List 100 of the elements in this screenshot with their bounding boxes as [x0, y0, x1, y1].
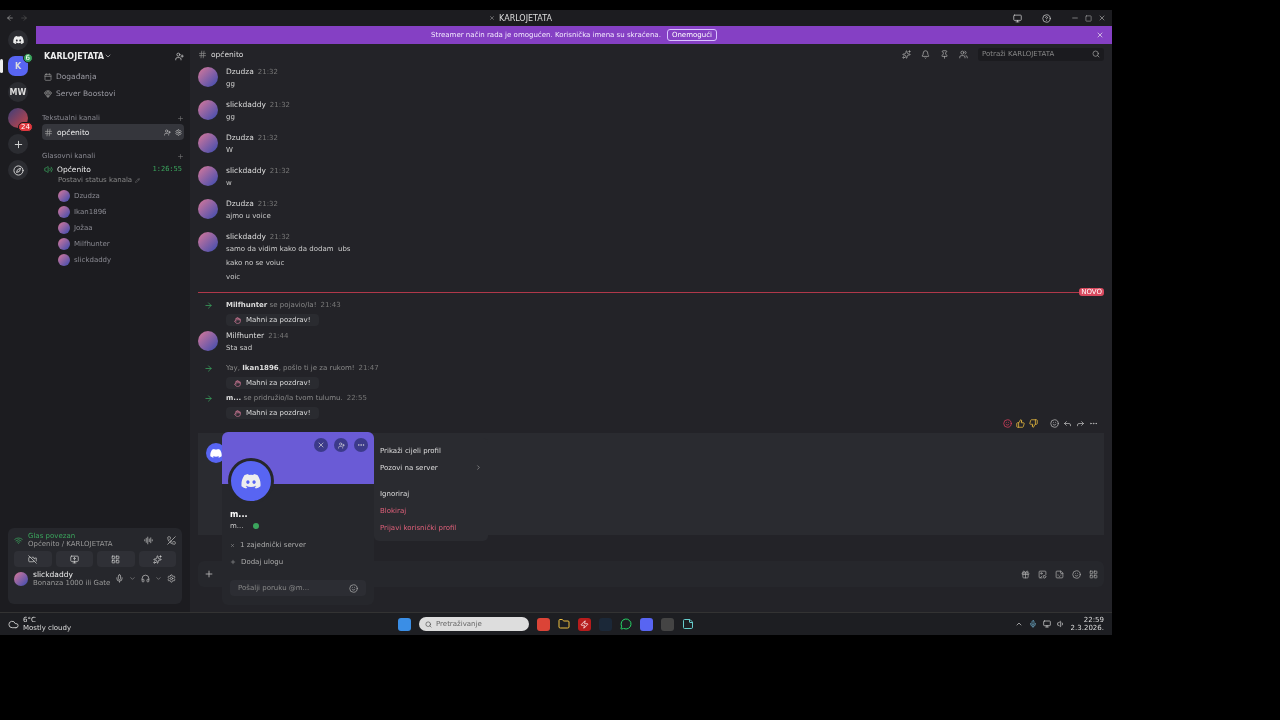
- threads-icon[interactable]: [902, 49, 911, 59]
- thumbs-down-icon[interactable]: [1029, 419, 1038, 428]
- discord-logo-icon: [241, 473, 261, 489]
- soundboard-button[interactable]: [138, 551, 176, 567]
- user-plus-icon: [337, 441, 345, 449]
- add-reaction-icon[interactable]: [1050, 419, 1059, 428]
- reaction-icon[interactable]: [1003, 419, 1012, 428]
- sparkles-icon: [152, 554, 162, 564]
- pencil-icon: [135, 177, 141, 183]
- arrow-icon: [203, 364, 213, 373]
- browser-icon[interactable]: [537, 617, 550, 631]
- folder-icon[interactable]: [558, 618, 570, 630]
- arrow-icon: [203, 394, 213, 403]
- discord-icon[interactable]: [640, 617, 653, 631]
- close-icon[interactable]: [1096, 31, 1104, 39]
- invite-icon[interactable]: [164, 128, 171, 136]
- server-initials: MW: [9, 87, 27, 97]
- server-name[interactable]: KARLOJETATA: [44, 51, 105, 61]
- hand-icon: [234, 316, 241, 324]
- apps-icon[interactable]: [1089, 569, 1098, 579]
- tray-icon[interactable]: [1014, 620, 1023, 628]
- caret-icon: [104, 52, 113, 60]
- avatar: [58, 222, 70, 234]
- home-button[interactable]: [8, 30, 28, 50]
- help-icon[interactable]: [1042, 13, 1051, 23]
- hand-icon: [234, 409, 241, 417]
- disconnect-icon[interactable]: [167, 535, 176, 545]
- search-icon: [1092, 50, 1100, 58]
- cross-icon: [317, 441, 325, 449]
- avatar: [58, 238, 70, 250]
- caret-icon[interactable]: [129, 575, 137, 582]
- notes-icon[interactable]: [682, 618, 694, 630]
- emoji-icon[interactable]: [1072, 569, 1081, 579]
- close-button[interactable]: [1098, 14, 1106, 22]
- settings-icon[interactable]: [175, 128, 182, 136]
- camera-off-icon: [28, 554, 38, 564]
- forward-icon[interactable]: [1076, 419, 1085, 428]
- plus-icon: [230, 559, 236, 565]
- app-icon[interactable]: [578, 617, 591, 631]
- activities-button[interactable]: [97, 551, 135, 567]
- grid-icon: [111, 554, 121, 564]
- more-icon[interactable]: [1089, 419, 1098, 428]
- mic-icon[interactable]: [1028, 620, 1037, 628]
- display-name: m...: [230, 510, 249, 519]
- avatar: [58, 254, 70, 266]
- back-button[interactable]: [6, 14, 14, 22]
- screen-icon[interactable]: [1013, 13, 1022, 23]
- calendar-icon: [44, 72, 52, 81]
- add-friend-button[interactable]: [334, 438, 348, 452]
- window-title: KARLOJETATA: [499, 13, 552, 23]
- sticker-icon[interactable]: [1055, 569, 1064, 579]
- maximize-button[interactable]: [1085, 14, 1092, 22]
- more-button[interactable]: [354, 438, 368, 452]
- gif-icon[interactable]: [1038, 569, 1047, 579]
- server-icon[interactable]: MW: [8, 82, 28, 102]
- settings-icon[interactable]: [167, 574, 177, 583]
- arrow-icon: [203, 301, 213, 310]
- headphones-icon[interactable]: [141, 574, 151, 583]
- thumbs-up-icon[interactable]: [1016, 419, 1025, 428]
- status-dot: [252, 523, 259, 529]
- mic-icon[interactable]: [115, 574, 125, 583]
- hash-icon: [198, 49, 207, 59]
- plus-icon: [12, 138, 24, 150]
- search-icon: [425, 620, 432, 628]
- hash-icon: [44, 127, 53, 137]
- lightning-icon: [580, 619, 589, 629]
- screen-share-icon: [69, 554, 79, 564]
- members-icon[interactable]: [959, 49, 968, 59]
- compass-icon: [12, 164, 24, 176]
- chevron-icon: [475, 464, 482, 471]
- discord-logo-icon: [12, 35, 24, 45]
- bell-icon[interactable]: [921, 49, 930, 59]
- start-button[interactable]: [398, 617, 411, 631]
- plus-icon[interactable]: [204, 569, 214, 579]
- avatar: [58, 206, 70, 218]
- network-icon[interactable]: [1042, 620, 1051, 628]
- boost-icon: [44, 89, 52, 98]
- speaker-icon: [44, 164, 53, 174]
- selection-pill: [0, 59, 3, 73]
- signal-icon: [14, 535, 23, 545]
- hand-icon: [234, 379, 241, 387]
- volume-icon[interactable]: [1056, 620, 1065, 628]
- chat-icon[interactable]: [620, 618, 632, 630]
- weather-icon: [8, 618, 19, 630]
- pin-icon[interactable]: [940, 49, 949, 59]
- screen-share-button[interactable]: [55, 551, 93, 567]
- discord-logo-icon: [210, 448, 222, 458]
- add-server-button[interactable]: [8, 134, 28, 154]
- mute-button[interactable]: [314, 438, 328, 452]
- more-icon: [357, 441, 365, 449]
- caret-icon[interactable]: [155, 575, 163, 582]
- camera-button[interactable]: [14, 551, 52, 567]
- avatar: [58, 190, 70, 202]
- reply-icon[interactable]: [1063, 419, 1072, 428]
- noise-icon[interactable]: [144, 535, 153, 545]
- discover-button[interactable]: [8, 160, 28, 180]
- user-avatar[interactable]: [14, 571, 28, 586]
- gift-icon[interactable]: [1021, 569, 1030, 579]
- emoji-icon: [349, 583, 358, 593]
- invite-icon[interactable]: [175, 51, 184, 61]
